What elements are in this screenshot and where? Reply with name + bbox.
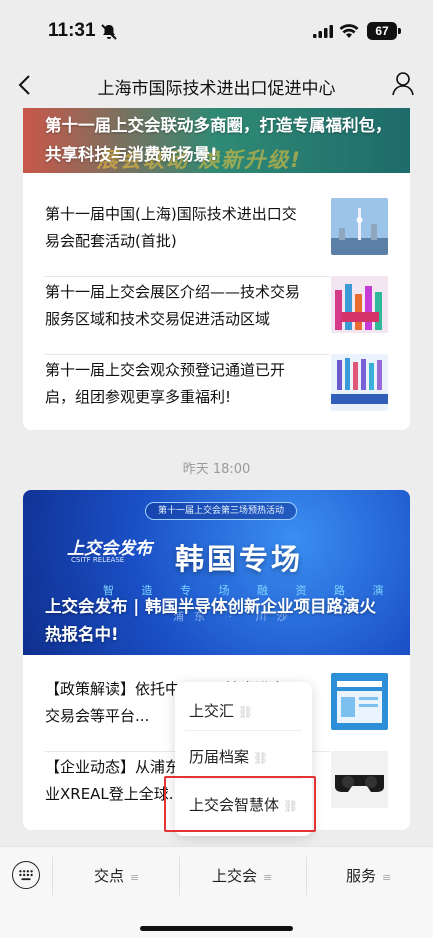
divider <box>52 857 53 895</box>
menu-lines-icon: ≡ <box>382 871 392 884</box>
menu-lines-icon: ≡ <box>263 871 273 884</box>
thumbnail-image <box>331 198 388 255</box>
bottom-menu-bar: 交点 ≡ 上交会 ≡ 服务 ≡ <box>0 846 433 938</box>
tab-label: 上交会 <box>212 867 258 885</box>
article-banner[interactable]: 第十一届上交会第三场预热活动 上交会发布 CSITF RELEASE 韩国专场 … <box>23 490 410 655</box>
menu-item-label: 历届档案 <box>189 748 250 766</box>
status-time: 11:31 <box>48 20 96 41</box>
list-item[interactable]: 第十一届上交会观众预登记通道已开启，组团参观更享多重福利! <box>23 336 410 430</box>
thumbnail-image <box>331 751 388 808</box>
signal-icon <box>313 25 333 38</box>
menu-lines-icon: ≡ <box>130 871 140 884</box>
tab-service[interactable]: 服务 ≡ <box>346 865 391 886</box>
tab-jiaodian[interactable]: 交点 ≡ <box>94 865 139 886</box>
banner-title: 第十一届上交会联动多商圈，打造专属福利包，共享科技与消费新场景! <box>45 116 392 164</box>
list-item-title: 第十一届中国(上海)国际技术进出口交易会配套活动(首批) <box>45 205 297 250</box>
thumbnail-image <box>331 276 388 333</box>
banner-logo-sub: CSITF RELEASE <box>71 556 125 564</box>
link-icon: ⛓ <box>253 751 269 765</box>
menu-item-label: 上交汇 <box>189 702 235 720</box>
highlight-box <box>164 776 316 832</box>
home-indicator[interactable] <box>140 926 293 931</box>
link-icon: ⛓ <box>238 705 254 719</box>
divider <box>185 730 302 731</box>
nav-bar: 上海市国际技术进出口促进中心 <box>0 62 433 108</box>
banner-pill: 第十一届上交会第三场预热活动 <box>145 502 298 520</box>
bell-muted-icon <box>101 24 117 40</box>
thumbnail-image <box>331 354 388 411</box>
divider <box>179 857 180 895</box>
timestamp-label: 昨天 18:00 <box>182 462 251 477</box>
page-title: 上海市国际技术进出口促进中心 <box>97 79 336 99</box>
wifi-icon <box>339 24 359 38</box>
tab-label: 服务 <box>346 867 377 885</box>
battery-indicator: 67 <box>367 22 401 40</box>
list-item-title: 第十一届上交会展区介绍——技术交易服务区域和技术交易促进活动区域 <box>45 283 301 328</box>
back-arrow-icon[interactable] <box>14 72 38 98</box>
article-banner[interactable]: 展会联动 焕新升级! 第十一届上交会联动多商圈，打造专属福利包，共享科技与消费新… <box>23 108 410 173</box>
list-item-title: 第十一届上交会观众预登记通道已开启，组团参观更享多重福利! <box>45 361 286 406</box>
thumbnail-image <box>331 673 388 730</box>
tab-shangjiaohui[interactable]: 上交会 ≡ <box>212 865 272 886</box>
profile-icon[interactable] <box>391 71 415 97</box>
keyboard-icon[interactable] <box>12 861 40 889</box>
menu-item-archive[interactable]: 历届档案 ⛓ <box>189 746 268 767</box>
tab-label: 交点 <box>94 867 125 885</box>
article-card: 展会联动 焕新升级! 第十一届上交会联动多商圈，打造专属福利包，共享科技与消费新… <box>23 108 410 430</box>
banner-headline: 韩国专场 <box>175 542 304 576</box>
status-bar: 11:31 67 <box>0 0 433 62</box>
banner-title: 上交会发布 | 韩国半导体创新企业项目路演火热报名中! <box>45 597 377 644</box>
divider <box>306 857 307 895</box>
menu-item-shangjiaohui[interactable]: 上交汇 ⛓ <box>189 700 253 721</box>
